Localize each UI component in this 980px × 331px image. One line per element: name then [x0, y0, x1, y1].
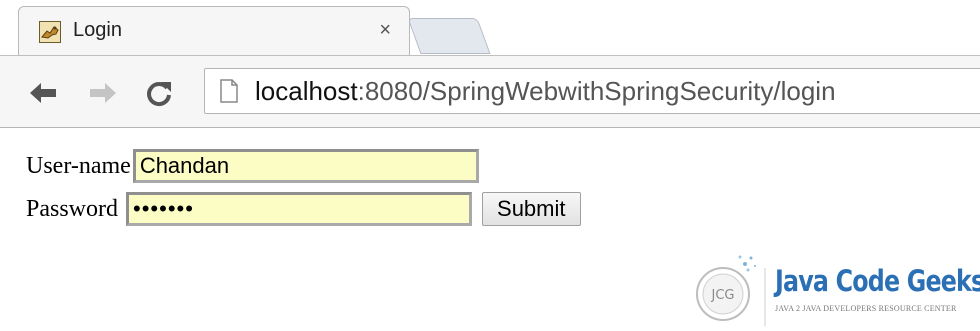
tab-login[interactable]: Login ×	[18, 6, 410, 56]
close-icon[interactable]: ×	[379, 19, 391, 42]
tomcat-icon	[39, 21, 61, 43]
address-bar[interactable]: localhost:8080/SpringWebwithSpringSecuri…	[204, 68, 980, 114]
url-path: :8080/SpringWebwithSpringSecurity/login	[357, 76, 836, 106]
browser-window: Login × localhost:8080/SpringWebwithSpri…	[0, 0, 980, 331]
username-label: User-name	[26, 152, 131, 179]
url-host: localhost	[255, 76, 358, 106]
logo-tagline: JAVA 2 JAVA DEVELOPERS RESOURCE CENTER	[775, 304, 957, 313]
browser-toolbar: localhost:8080/SpringWebwithSpringSecuri…	[0, 55, 980, 128]
jcg-emblem-text: JCG	[711, 288, 735, 303]
jcg-logo: JCG Java Code Geeks JAVA 2 JAVA DEVELOPE…	[685, 248, 980, 328]
tab-title: Login	[73, 19, 122, 41]
forward-arrow-icon[interactable]	[86, 76, 120, 110]
password-input[interactable]	[126, 192, 473, 226]
reload-icon[interactable]	[142, 76, 176, 110]
tab-strip: Login ×	[0, 0, 980, 56]
page-icon	[219, 79, 239, 103]
username-input[interactable]	[132, 149, 479, 183]
url-text: localhost:8080/SpringWebwithSpringSecuri…	[255, 76, 836, 107]
username-row: User-name	[26, 148, 479, 184]
logo-brand-text: Java Code Geeks	[775, 264, 980, 298]
back-arrow-icon[interactable]	[26, 76, 60, 110]
password-row: Password Submit	[26, 191, 581, 227]
new-tab-button[interactable]	[407, 18, 491, 54]
password-label: Password	[26, 195, 119, 222]
submit-button[interactable]: Submit	[482, 192, 581, 226]
jcg-emblem-icon: JCG	[696, 255, 766, 326]
page-content: User-name Password Submit JCG Java Code …	[0, 128, 980, 331]
